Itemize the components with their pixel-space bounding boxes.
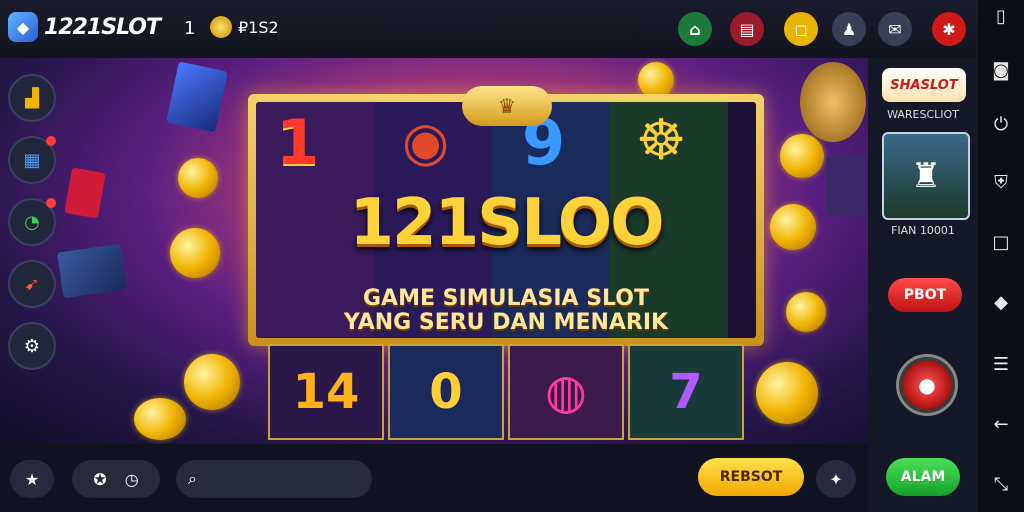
coin-decoration — [178, 158, 218, 198]
back-icon[interactable]: ← — [978, 414, 1024, 435]
partner-logo[interactable]: SHASLOT — [882, 68, 966, 102]
left-menu-item-stats[interactable]: ▟ — [8, 74, 56, 122]
reel-symbol: ☸ — [636, 108, 687, 173]
add-button[interactable]: ✦ — [816, 460, 856, 498]
coin-amount: ₽1S2 — [238, 17, 279, 37]
character-icon: ♜ — [910, 156, 942, 196]
clock-icon[interactable]: ◷ — [125, 470, 139, 489]
book-button[interactable]: ▤ — [730, 12, 764, 46]
right-panel: SHASLOT WARESCLIOT ♜ FIAN 10001 PBOT ● — [868, 58, 978, 512]
mail-button[interactable]: ✉ — [878, 12, 912, 46]
crown-icon: ♛ — [462, 86, 552, 126]
shield-icon[interactable]: ⛨ — [978, 172, 1024, 193]
gift-icon: ➹ — [24, 273, 40, 295]
reel-symbol: 1 — [276, 106, 320, 179]
banner-tagline-2: YANG SERU DAN MENARIK — [343, 310, 669, 335]
notification-badge — [46, 136, 56, 146]
top-bar: ◆ 1221SLOT 1 ₽1S2 ⌂ ▤ ◻ ♟ ✉ ✱ — [0, 0, 978, 58]
favorites-button[interactable]: ★ — [10, 460, 54, 498]
play-button[interactable]: PBOT — [888, 278, 962, 312]
camera-icon[interactable]: ◙ — [978, 60, 1024, 81]
app-name: 1221SLOT — [44, 14, 161, 40]
claim-button[interactable]: ALAM — [886, 458, 960, 496]
person-icon: ♟ — [841, 19, 857, 39]
cards-icon: ▦ — [23, 149, 41, 171]
bottom-reel-1: 14 — [268, 344, 384, 440]
partner-logo-caption: WARESCLIOT — [887, 108, 959, 121]
coin-decoration — [170, 228, 220, 278]
resize-icon[interactable]: ⤡ — [978, 474, 1024, 495]
banner-brand: 121SLOO — [349, 186, 665, 260]
system-sidebar: ▯ ◙ ⏻ ⛨ □ ◆ ☰ ← ⤡ — [978, 0, 1024, 512]
coin-decoration — [184, 354, 240, 410]
reel-symbol: ◉ — [402, 110, 450, 173]
logo-icon: ◆ — [8, 12, 38, 42]
app-logo[interactable]: ◆ 1221SLOT — [8, 12, 161, 42]
square-icon[interactable]: □ — [978, 232, 1024, 253]
level-indicator: 1 — [184, 18, 196, 39]
diamond-icon: ✦ — [829, 469, 843, 489]
chat-icon: ◔ — [24, 211, 40, 233]
mail-icon: ✉ — [888, 19, 902, 39]
flag-button[interactable]: ✱ — [932, 12, 966, 46]
banner-tagline-1: GAME SIMULASIA SLOT — [363, 286, 649, 311]
bottom-reel-2: 0 — [388, 344, 504, 440]
phone-icon[interactable]: ▯ — [978, 6, 1024, 27]
reboost-button[interactable]: REBSOT — [698, 458, 804, 496]
coin-decoration — [638, 62, 674, 98]
left-menu-item-cards[interactable]: ▦ — [8, 136, 56, 184]
home-button[interactable]: ⌂ — [678, 12, 712, 46]
card-decoration — [166, 61, 228, 133]
coin-decoration — [134, 398, 186, 440]
power-icon[interactable]: ⏻ — [978, 114, 1024, 135]
star-icon: ★ — [24, 469, 40, 489]
spin-icon: ● — [918, 373, 936, 397]
left-menu-item-chat[interactable]: ◔ — [8, 198, 56, 246]
card-decoration — [57, 243, 127, 299]
left-menu-item-gift[interactable]: ➹ — [8, 260, 56, 308]
bottom-reel-3: ◍ — [508, 344, 624, 440]
profile-button[interactable]: ♟ — [832, 12, 866, 46]
game-thumbnail[interactable]: ♜ — [882, 132, 970, 220]
notification-badge — [46, 198, 56, 208]
coin-decoration — [756, 362, 818, 424]
slot-banner[interactable]: 1 ◉ 9 ☸ 121SLOO GAME SIMULASIA SLOT YANG… — [248, 94, 764, 346]
card-decoration — [64, 167, 106, 219]
bottom-reel-4: 7 — [628, 344, 744, 440]
chart-icon: ▟ — [25, 87, 39, 109]
games-icon[interactable]: ✪ — [93, 470, 106, 489]
screen-decoration — [826, 156, 866, 216]
coin-decoration — [770, 204, 816, 250]
search-bar[interactable]: ⌕ — [176, 460, 372, 498]
coin-decoration — [780, 134, 824, 178]
coin-icon — [210, 16, 232, 38]
coin-decoration — [786, 292, 826, 332]
box-button[interactable]: ◻ — [784, 12, 818, 46]
home-icon: ⌂ — [689, 19, 701, 39]
spin-button[interactable]: ● — [896, 354, 958, 416]
settings-icon: ⚙ — [23, 335, 41, 357]
bell-icon[interactable]: ◆ — [978, 292, 1024, 313]
box-icon: ◻ — [794, 19, 808, 39]
flag-icon: ✱ — [942, 19, 956, 39]
bottom-reels: 14 0 ◍ 7 — [268, 344, 746, 440]
left-menu-item-settings[interactable]: ⚙ — [8, 322, 56, 370]
search-input[interactable] — [204, 470, 349, 488]
menu-icon[interactable]: ☰ — [978, 354, 1024, 375]
coin-balance: ₽1S2 — [210, 16, 279, 38]
history-group: ✪ ◷ — [72, 460, 160, 498]
banner-inner: 1 ◉ 9 ☸ 121SLOO GAME SIMULASIA SLOT YANG… — [256, 102, 756, 338]
chip-decoration — [800, 62, 866, 142]
game-thumbnail-caption: FIAN 10001 — [891, 224, 955, 237]
book-icon: ▤ — [739, 19, 755, 39]
search-icon: ⌕ — [188, 469, 197, 488]
